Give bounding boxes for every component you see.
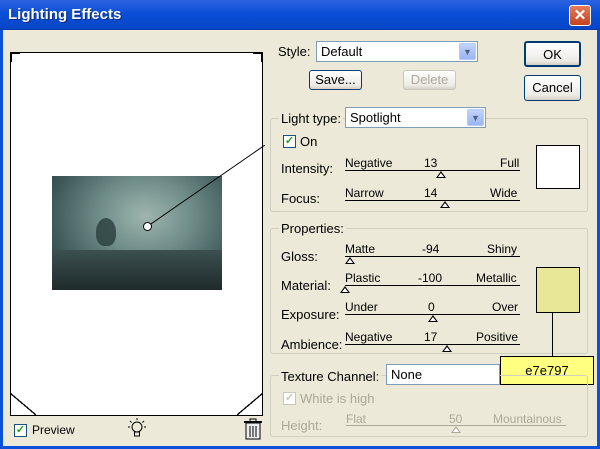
intensity-slider-thumb[interactable] — [436, 171, 447, 178]
texture-channel-value: None — [391, 367, 423, 382]
gloss-min-label: Matte — [345, 242, 376, 256]
intensity-max-label: Full — [500, 156, 520, 170]
material-slider-thumb[interactable] — [340, 286, 350, 293]
preview-image-tree — [96, 218, 116, 246]
ambience-slider-track[interactable] — [345, 344, 520, 345]
save-button[interactable]: Save... — [309, 70, 362, 90]
chevron-down-icon: ▼ — [467, 109, 484, 126]
material-label: Material: — [281, 278, 331, 293]
light-type-label: Light type: — [279, 111, 343, 126]
height-min-label: Flat — [346, 412, 367, 426]
gloss-max-label: Shiny — [487, 242, 518, 256]
focus-slider-thumb[interactable] — [439, 201, 450, 208]
window-title: Lighting Effects — [8, 6, 122, 23]
preview-label: Preview — [32, 423, 75, 437]
tooltip-pointer — [552, 313, 553, 357]
ambience-min-label: Negative — [345, 330, 393, 344]
style-select-value: Default — [321, 44, 363, 59]
light-handle-bottom-left[interactable] — [10, 393, 36, 415]
ambient-color-swatch[interactable] — [536, 267, 580, 313]
close-button[interactable]: ✕ — [569, 5, 591, 26]
light-handle-top-left[interactable] — [10, 52, 20, 62]
intensity-slider-track[interactable] — [345, 170, 520, 171]
light-handle-top-right[interactable] — [253, 52, 263, 62]
ambience-slider-thumb[interactable] — [441, 345, 452, 352]
window-frame-left — [0, 30, 3, 449]
cancel-button[interactable]: Cancel — [524, 75, 581, 101]
ambience-label: Ambience: — [281, 337, 343, 352]
white-is-high-checkbox[interactable]: ✓ — [283, 392, 296, 405]
trash-icon[interactable] — [244, 418, 262, 440]
gloss-label: Gloss: — [281, 249, 318, 264]
intensity-label: Intensity: — [281, 161, 334, 176]
light-center-handle[interactable] — [143, 222, 152, 231]
gloss-slider-thumb[interactable] — [345, 257, 356, 264]
height-label: Height: — [281, 418, 323, 433]
focus-slider-track[interactable] — [345, 200, 520, 201]
light-on-label: On — [300, 134, 318, 149]
height-slider-thumb[interactable] — [451, 426, 461, 433]
light-handle-bottom-right[interactable] — [237, 393, 263, 415]
focus-max-label: Wide — [490, 186, 518, 200]
gloss-slider-track[interactable] — [345, 256, 520, 257]
material-max-label: Metallic — [476, 271, 517, 285]
light-on-checkbox[interactable]: ✓ — [283, 135, 296, 148]
light-type-select[interactable]: Spotlight ▼ — [345, 107, 486, 128]
gloss-value: -94 — [422, 242, 440, 256]
material-slider-track[interactable] — [345, 285, 520, 286]
exposure-value: 0 — [428, 300, 435, 314]
texture-channel-label: Texture Channel: — [279, 369, 382, 384]
exposure-max-label: Over — [492, 300, 519, 314]
style-label: Style: — [278, 44, 311, 59]
height-value: 50 — [449, 412, 463, 426]
style-select[interactable]: Default ▼ — [316, 41, 478, 62]
exposure-min-label: Under — [345, 300, 378, 314]
ok-button[interactable]: OK — [524, 41, 581, 67]
ambience-max-label: Positive — [476, 330, 519, 344]
focus-label: Focus: — [281, 191, 321, 206]
intensity-value: 13 — [424, 156, 438, 170]
light-type-value: Spotlight — [350, 110, 401, 125]
height-max-label: Mountainous — [493, 412, 562, 426]
lightbulb-icon[interactable] — [126, 418, 148, 440]
light-direction-line — [148, 145, 266, 227]
exposure-label: Exposure: — [281, 307, 340, 322]
material-min-label: Plastic — [345, 271, 381, 285]
ambience-value: 17 — [424, 330, 438, 344]
focus-value: 14 — [424, 186, 438, 200]
preview-checkbox[interactable]: ✓ — [14, 424, 27, 437]
properties-title: Properties: — [279, 221, 346, 236]
preview-image-ground — [52, 250, 222, 290]
intensity-min-label: Negative — [345, 156, 393, 170]
exposure-slider-thumb[interactable] — [427, 315, 438, 322]
material-value: -100 — [418, 271, 443, 285]
delete-button[interactable]: Delete — [403, 70, 456, 90]
focus-min-label: Narrow — [345, 186, 384, 200]
texture-channel-select[interactable]: None — [386, 364, 500, 385]
light-color-swatch[interactable] — [536, 145, 580, 189]
white-is-high-label: White is high — [300, 391, 375, 406]
chevron-down-icon: ▼ — [459, 43, 476, 60]
